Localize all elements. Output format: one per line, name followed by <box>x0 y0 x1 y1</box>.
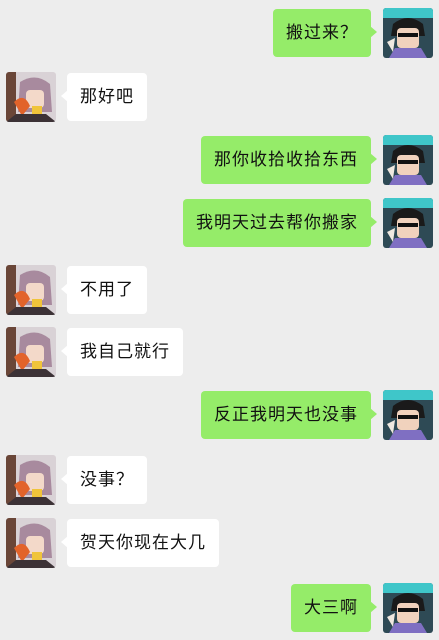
message-bubble-outgoing[interactable]: 我明天过去帮你搬家 <box>183 199 371 247</box>
message-row-outgoing: 那你收拾收拾东西 <box>0 135 439 187</box>
message-bubble-incoming[interactable]: 那好吧 <box>67 73 147 121</box>
message-bubble-incoming[interactable]: 我自己就行 <box>67 328 183 376</box>
friend-avatar-icon[interactable] <box>6 72 56 122</box>
message-bubble-outgoing[interactable]: 大三啊 <box>291 584 371 632</box>
bubble-tail <box>370 408 377 420</box>
bubble-tail <box>370 601 377 613</box>
message-row-outgoing: 大三啊 <box>0 583 439 635</box>
message-row-incoming: 那好吧 <box>0 72 439 124</box>
message-bubble-outgoing[interactable]: 那你收拾收拾东西 <box>201 136 371 184</box>
friend-avatar-icon[interactable] <box>6 455 56 505</box>
self-avatar-icon[interactable] <box>383 135 433 185</box>
message-bubble-outgoing[interactable]: 反正我明天也没事 <box>201 391 371 439</box>
self-avatar-icon[interactable] <box>383 8 433 58</box>
friend-avatar-icon[interactable] <box>6 265 56 315</box>
friend-avatar-icon[interactable] <box>6 327 56 377</box>
message-row-outgoing: 我明天过去帮你搬家 <box>0 198 439 250</box>
self-avatar-icon[interactable] <box>383 198 433 248</box>
self-avatar-icon[interactable] <box>383 583 433 633</box>
message-row-outgoing: 搬过来？ <box>0 8 439 60</box>
self-avatar-icon[interactable] <box>383 390 433 440</box>
message-bubble-incoming[interactable]: 没事？ <box>67 456 147 504</box>
message-bubble-outgoing[interactable]: 搬过来？ <box>273 9 371 57</box>
bubble-tail <box>370 26 377 38</box>
friend-avatar-icon[interactable] <box>6 518 56 568</box>
message-bubble-incoming[interactable]: 贺天你现在大几 <box>67 519 219 567</box>
bubble-tail <box>370 153 377 165</box>
message-row-incoming: 不用了 <box>0 265 439 317</box>
message-row-incoming: 我自己就行 <box>0 327 439 379</box>
message-row-incoming: 没事？ <box>0 455 439 507</box>
message-row-outgoing: 反正我明天也没事 <box>0 390 439 442</box>
message-bubble-incoming[interactable]: 不用了 <box>67 266 147 314</box>
bubble-tail <box>370 216 377 228</box>
message-row-incoming: 贺天你现在大几 <box>0 518 439 570</box>
